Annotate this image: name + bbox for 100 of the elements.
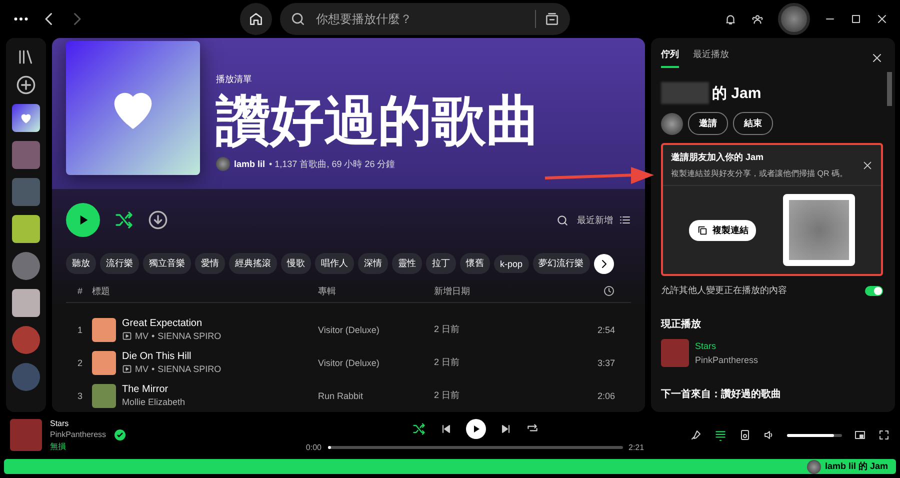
jam-bar[interactable]: lamb lil 的 Jam (4, 459, 896, 474)
heart-icon (19, 111, 33, 125)
download-icon[interactable] (148, 210, 168, 230)
profile-avatar[interactable] (778, 3, 810, 35)
volume-slider[interactable] (787, 434, 842, 436)
toggle-switch[interactable] (865, 286, 883, 296)
album-name[interactable]: Visitor (Deluxe) (318, 324, 434, 334)
browse-icon[interactable] (544, 11, 560, 27)
home-button[interactable] (240, 3, 272, 35)
close-icon (862, 160, 873, 170)
shuffle-icon[interactable] (412, 422, 426, 436)
artist-thumbnail[interactable] (12, 363, 40, 391)
video-icon (122, 364, 132, 374)
filter-chip[interactable]: 愛情 (195, 253, 225, 274)
queue-icon[interactable] (714, 428, 727, 442)
liked-check-icon[interactable] (114, 429, 126, 441)
friends-icon[interactable] (751, 12, 764, 26)
filter-chip[interactable]: 慢歌 (281, 253, 311, 274)
filter-chip[interactable]: 夢幻流行樂 (532, 253, 590, 274)
artist-thumbnail[interactable] (12, 252, 40, 280)
track-title[interactable]: The Mirror (122, 384, 186, 395)
track-title[interactable]: Stars (695, 341, 758, 351)
section-heading: 下一首來自：讚好過的歌曲 (661, 388, 782, 401)
playlist-thumbnail[interactable] (12, 141, 40, 169)
date-added: 2 日前 (434, 356, 461, 369)
playlist-stats: • 1,137 首歌曲, 69 小時 26 分鐘 (269, 158, 396, 170)
filter-chip[interactable]: 拉丁 (426, 253, 456, 274)
scrollbar[interactable] (887, 72, 892, 106)
track-artist[interactable]: SIENNA SPIRO (158, 364, 222, 374)
filter-chip[interactable]: 聽放 (66, 253, 96, 274)
track-title[interactable]: Great Expectation (122, 318, 222, 329)
jam-label: lamb lil 的 Jam (824, 460, 888, 473)
filter-chip[interactable]: 流行樂 (100, 253, 139, 274)
home-icon (248, 11, 264, 27)
filter-chip[interactable]: 懷舊 (460, 253, 490, 274)
maximize-icon[interactable] (850, 13, 862, 25)
track-number: 2 (76, 358, 84, 368)
add-icon[interactable] (16, 75, 36, 95)
quality-label: 無損 (50, 440, 67, 452)
playlist-thumbnail[interactable] (12, 289, 40, 317)
panel-tab[interactable]: 佇列 (661, 48, 679, 68)
liked-songs-thumbnail[interactable] (12, 104, 40, 132)
close-button[interactable] (871, 52, 883, 64)
track-artist[interactable]: PinkPantheress (50, 430, 106, 438)
album-name[interactable]: Run Rabbit (318, 390, 434, 400)
invite-title: 邀請朋友加入你的 Jam (671, 151, 765, 164)
column-header: # (76, 286, 84, 296)
column-header: 新增日期 (434, 284, 471, 298)
copy-icon (697, 224, 708, 236)
track-artist[interactable]: PinkPantheress (695, 355, 758, 365)
track-title[interactable]: Die On This Hill (122, 351, 222, 362)
album-name[interactable]: Visitor (Deluxe) (318, 358, 434, 368)
owner-name[interactable]: lamb lil (234, 159, 266, 169)
track-title[interactable]: Stars (50, 418, 106, 428)
search-field[interactable]: 你想要播放什麼？ (314, 11, 527, 27)
library-icon[interactable] (17, 48, 35, 66)
column-header: 專輯 (318, 284, 337, 298)
video-label: MV (135, 364, 148, 374)
filter-chip[interactable]: k-pop (494, 254, 529, 272)
artist-thumbnail[interactable] (12, 326, 40, 354)
search-icon[interactable] (556, 214, 569, 226)
track-artist[interactable]: Mollie Elizabeth (122, 397, 186, 407)
video-icon (122, 331, 132, 341)
dot-separator: • (152, 364, 155, 374)
sort-button[interactable]: 最近新增 (577, 214, 631, 226)
participant-avatar (661, 112, 683, 134)
album-art (661, 339, 689, 367)
copy-link-button[interactable]: 複製連結 (689, 220, 756, 240)
playlist-thumbnail[interactable] (12, 215, 40, 243)
search-bar[interactable]: 你想要播放什麼？ (280, 3, 570, 35)
shuffle-icon[interactable] (114, 210, 134, 230)
previous-icon[interactable] (440, 422, 452, 434)
video-label: MV (135, 331, 148, 341)
date-added: 2 日前 (434, 389, 461, 402)
filter-chip[interactable]: 獨立音樂 (143, 253, 191, 274)
next-button[interactable] (594, 254, 614, 274)
play-button[interactable] (466, 418, 486, 438)
close-icon[interactable] (876, 13, 888, 25)
panel-tab[interactable]: 最近播放 (693, 48, 729, 68)
filter-chip[interactable]: 靈性 (392, 253, 422, 274)
playlist-thumbnail[interactable] (12, 178, 40, 206)
jam-button[interactable]: 結束 (733, 112, 773, 135)
section-heading: 現正播放 (661, 318, 702, 331)
play-button[interactable] (66, 203, 100, 237)
total-time: 2:21 (628, 442, 644, 452)
microphone-icon[interactable] (690, 429, 702, 441)
next-icon[interactable] (500, 422, 512, 434)
album-art (10, 419, 42, 451)
device-icon[interactable] (739, 429, 751, 441)
volume-icon[interactable] (763, 429, 775, 441)
filter-chip[interactable]: 經典搖滾 (229, 253, 277, 274)
invite-description: 複製連結並與好友分享，或者讓他們掃描 QR 碼。 (671, 168, 848, 179)
bell-icon[interactable] (724, 12, 737, 26)
track-artist[interactable]: SIENNA SPIRO (158, 331, 222, 341)
filter-chip[interactable]: 唱作人 (315, 253, 354, 274)
jam-avatar (806, 460, 821, 474)
fullscreen-icon[interactable] (878, 429, 890, 441)
jam-button[interactable]: 邀請 (688, 112, 728, 135)
filter-chip[interactable]: 深情 (358, 253, 388, 274)
mini-player-icon[interactable] (854, 429, 866, 441)
